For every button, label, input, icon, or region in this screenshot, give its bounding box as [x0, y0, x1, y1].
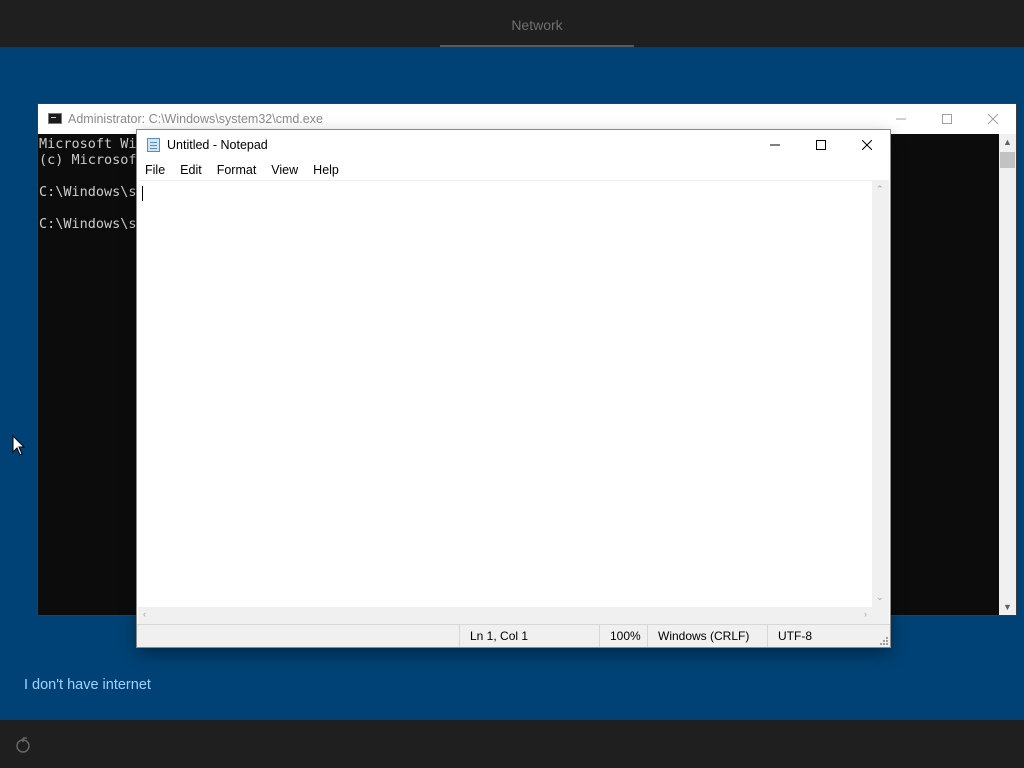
accessibility-icon[interactable]: [14, 736, 32, 754]
close-icon: [988, 114, 998, 124]
status-zoom: 100%: [599, 625, 647, 647]
cmd-maximize-button[interactable]: [924, 104, 970, 134]
notepad-titlebar[interactable]: Untitled - Notepad: [137, 130, 890, 160]
minimize-icon: [896, 118, 906, 120]
scrollbar-corner: [872, 607, 889, 624]
notepad-horizontal-scrollbar[interactable]: ‹ ›: [138, 607, 872, 624]
notepad-menubar: File Edit Format View Help: [137, 160, 890, 180]
maximize-icon: [816, 140, 826, 150]
cmd-close-button[interactable]: [970, 104, 1016, 134]
close-icon: [862, 140, 872, 150]
scroll-down-icon[interactable]: ▼: [999, 602, 1016, 612]
notepad-minimize-button[interactable]: [752, 130, 798, 160]
status-line-ending: Windows (CRLF): [647, 625, 767, 647]
mouse-cursor-icon: [12, 435, 26, 456]
notepad-app-icon: [147, 138, 160, 152]
scroll-right-icon[interactable]: ›: [864, 609, 867, 619]
cmd-app-icon: [48, 113, 62, 124]
menu-help[interactable]: Help: [305, 160, 346, 180]
notepad-vertical-scrollbar[interactable]: ⌃ ⌄: [872, 180, 889, 607]
menu-format[interactable]: Format: [209, 160, 264, 180]
resize-grip-icon[interactable]: [878, 635, 888, 645]
notepad-maximize-button[interactable]: [798, 130, 844, 160]
scroll-left-icon[interactable]: ‹: [143, 609, 146, 619]
notepad-close-button[interactable]: [844, 130, 890, 160]
menu-file[interactable]: File: [137, 160, 172, 180]
cmd-scroll-thumb[interactable]: [1000, 152, 1015, 168]
scroll-up-icon[interactable]: ▲: [999, 137, 1016, 147]
menu-edit[interactable]: Edit: [172, 160, 209, 180]
status-position: Ln 1, Col 1: [459, 625, 599, 647]
scroll-up-icon[interactable]: ⌃: [876, 184, 884, 195]
minimize-icon: [770, 144, 780, 146]
notepad-text-area[interactable]: [138, 180, 872, 607]
notepad-statusbar: Ln 1, Col 1 100% Windows (CRLF) UTF-8: [137, 624, 890, 647]
cmd-scrollbar[interactable]: ▲ ▼: [999, 134, 1016, 615]
oobe-top-bar: Network: [0, 0, 1024, 47]
scroll-down-icon[interactable]: ⌄: [876, 592, 884, 603]
notepad-title: Untitled - Notepad: [167, 138, 268, 152]
notepad-window[interactable]: Untitled - Notepad File Edit Format View…: [137, 130, 890, 647]
text-caret: [142, 186, 143, 201]
tab-network: Network: [440, 0, 634, 47]
status-encoding: UTF-8: [767, 625, 890, 647]
menu-view[interactable]: View: [263, 160, 305, 180]
no-internet-link[interactable]: I don't have internet: [24, 677, 151, 693]
oobe-bottom-bar: [0, 720, 1024, 768]
maximize-icon: [942, 114, 952, 124]
